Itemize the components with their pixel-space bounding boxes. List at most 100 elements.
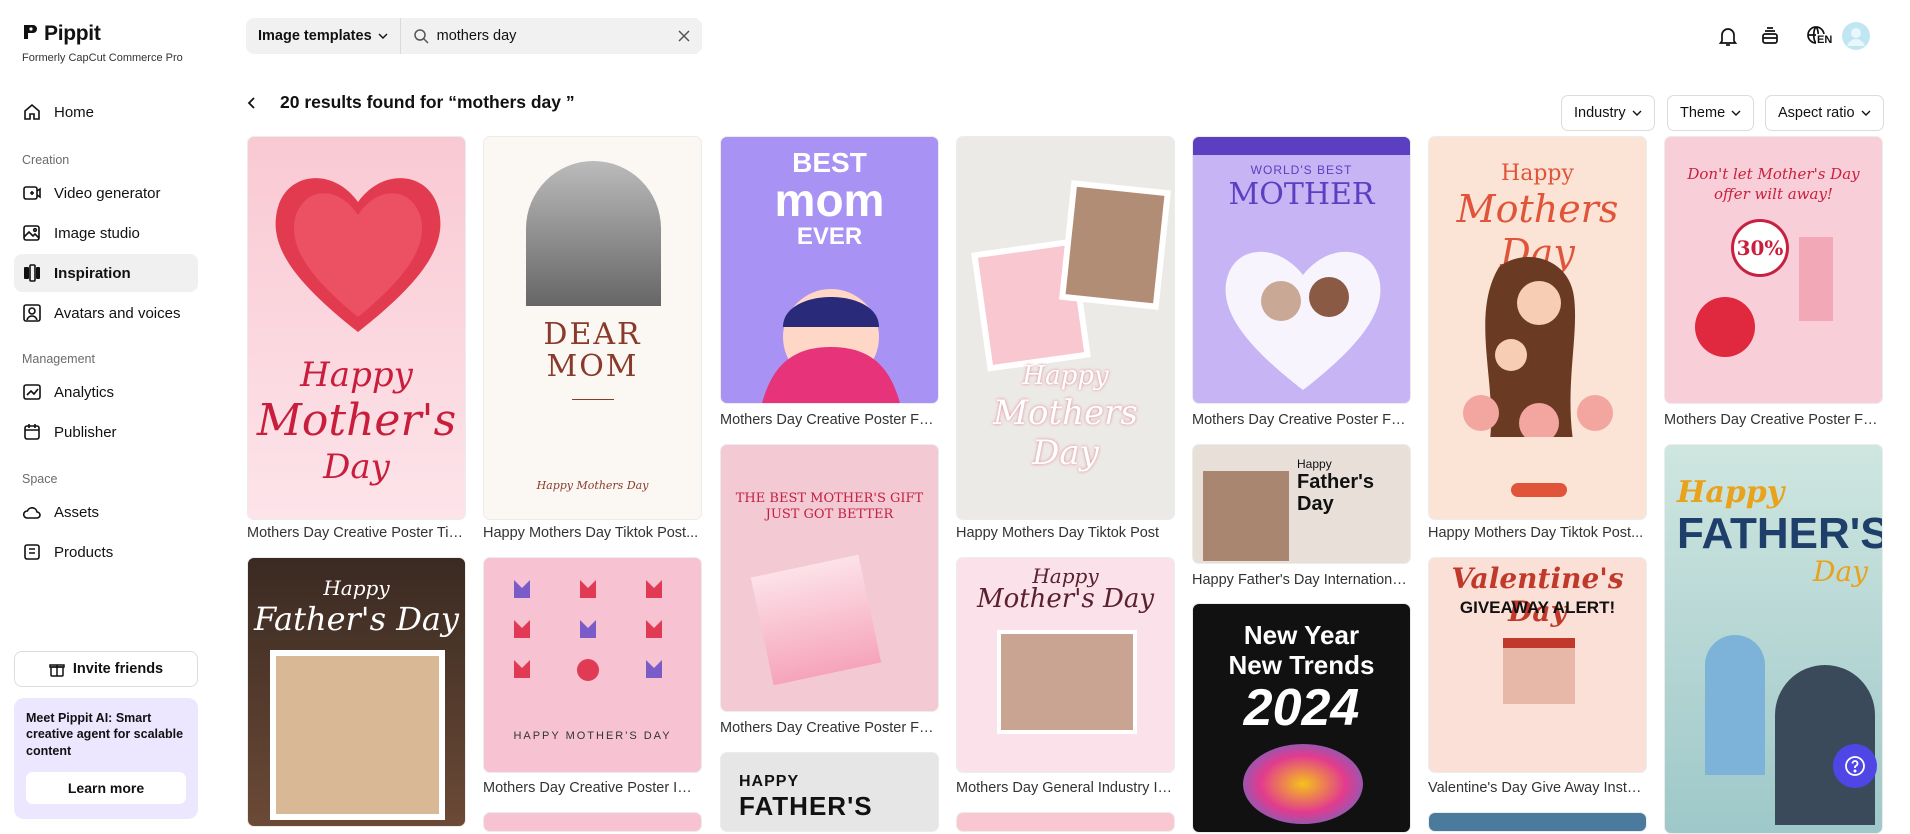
card-caption[interactable]: Mothers Day Creative Poster Tik... xyxy=(247,525,466,541)
card-art-text: Father's Day xyxy=(253,600,459,638)
card-art-text: Day xyxy=(1813,555,1868,588)
sidebar-item-home[interactable]: Home xyxy=(14,93,198,131)
filter-label: Theme xyxy=(1680,105,1726,121)
sidebar-item-publisher[interactable]: Publisher xyxy=(14,413,198,451)
card-caption[interactable]: Mothers Day Creative Poster IG ... xyxy=(483,780,702,796)
card-caption[interactable]: Mothers Day Creative Poster FB... xyxy=(1664,412,1883,428)
template-card[interactable] xyxy=(1428,812,1647,832)
user-avatar[interactable] xyxy=(1842,22,1870,50)
template-card[interactable]: Happy Mother's Day xyxy=(247,136,466,520)
invite-friends-button[interactable]: Invite friends xyxy=(14,651,198,687)
card-art-text: THE BEST MOTHER'S GIFT xyxy=(735,491,924,506)
template-card[interactable]: Happy Father's Day xyxy=(1192,444,1411,564)
sidebar-item-label: Image studio xyxy=(54,224,140,242)
card-caption[interactable]: Happy Father's Day Internationa... xyxy=(1192,572,1411,588)
template-card[interactable] xyxy=(483,812,702,832)
photo-frame xyxy=(1059,180,1171,310)
template-type-dropdown[interactable]: Image templates xyxy=(246,18,401,54)
learn-more-button[interactable]: Learn more xyxy=(26,772,186,804)
card-caption[interactable]: Mothers Day Creative Poster FB... xyxy=(720,720,939,736)
template-card[interactable]: Happy Mothers Day xyxy=(956,136,1175,520)
template-card[interactable]: Valentine's Day GIVEAWAY ALERT! xyxy=(1428,557,1647,773)
filter-aspect-ratio[interactable]: Aspect ratio xyxy=(1765,95,1884,131)
template-card[interactable]: Happy Father's Day xyxy=(247,557,466,827)
help-button[interactable] xyxy=(1833,744,1877,788)
card-art-text: EVER xyxy=(796,223,863,250)
brand-logo[interactable]: Pippit xyxy=(22,22,101,46)
sidebar-item-label: Assets xyxy=(54,503,100,521)
filter-industry[interactable]: Industry xyxy=(1561,95,1655,131)
sidebar-item-video-generator[interactable]: Video generator xyxy=(14,174,198,212)
card-art-text: Day xyxy=(323,447,390,487)
inspiration-icon xyxy=(24,264,40,282)
card-art-text: Mother's xyxy=(256,395,457,446)
card-caption[interactable]: Happy Mothers Day Tiktok Post... xyxy=(1428,525,1647,541)
sidebar-item-analytics[interactable]: Analytics xyxy=(14,373,198,411)
sidebar-item-assets[interactable]: Assets xyxy=(14,493,198,531)
section-space: Space xyxy=(22,472,58,486)
help-icon xyxy=(1845,756,1865,776)
language-button[interactable]: EN xyxy=(1800,22,1834,50)
sidebar-item-image-studio[interactable]: Image studio xyxy=(14,214,198,252)
card-art-text: 2024 xyxy=(1243,679,1360,737)
sidebar-item-avatars-voices[interactable]: Avatars and voices xyxy=(14,294,198,332)
template-card[interactable]: DEAR MOM Happy Mothers Day xyxy=(483,136,702,520)
template-card[interactable]: THE BEST MOTHER'S GIFT JUST GOT BETTER xyxy=(720,444,939,712)
card-art-text: Happy xyxy=(1297,457,1332,471)
chevron-down-icon xyxy=(378,33,388,39)
card-art-text: New Year xyxy=(1243,620,1360,650)
card-art-text: Happy xyxy=(1022,361,1109,391)
card-caption[interactable]: Happy Mothers Day Tiktok Post... xyxy=(483,525,702,541)
clear-search-button[interactable] xyxy=(666,29,702,43)
card-art-text: Happy Mothers Day xyxy=(536,479,649,492)
rose-image xyxy=(1695,297,1755,357)
template-card[interactable]: Don't let Mother's Day offer wilt away! … xyxy=(1664,136,1883,404)
sidebar: Pippit Formerly CapCut Commerce Pro Home… xyxy=(0,0,210,819)
notifications-button[interactable] xyxy=(1714,22,1742,50)
card-art-text: MOTHER xyxy=(1228,177,1375,212)
card-caption[interactable]: Happy Mothers Day Tiktok Post xyxy=(956,525,1175,541)
card-art-text: Day xyxy=(1297,493,1334,515)
promo-text: Meet Pippit AI: Smart creative agent for… xyxy=(26,711,184,758)
card-caption[interactable]: Mothers Day Creative Poster FB... xyxy=(720,412,939,428)
filter-theme[interactable]: Theme xyxy=(1667,95,1755,131)
rose-heart-image xyxy=(275,178,441,332)
card-caption[interactable]: Valentine's Day Give Away Insta... xyxy=(1428,780,1647,796)
layers-button[interactable] xyxy=(1756,22,1784,50)
gift-box-image xyxy=(750,554,882,686)
stack-icon xyxy=(1762,27,1778,44)
card-art-text: Mother's Day xyxy=(976,584,1155,614)
photo xyxy=(1203,471,1289,561)
sidebar-item-inspiration[interactable]: Inspiration xyxy=(14,254,198,292)
search-icon xyxy=(413,29,429,44)
analytics-icon xyxy=(23,384,41,400)
back-arrow-icon[interactable] xyxy=(246,96,258,110)
search-input[interactable]: mothers day xyxy=(401,28,666,44)
search-query-text: mothers day xyxy=(436,28,517,44)
template-card[interactable]: New Year New Trends 2024 xyxy=(1192,603,1411,833)
card-art-text: offer wilt away! xyxy=(1714,185,1833,203)
card-art-text: FATHER'S xyxy=(739,791,873,821)
card-art-text: Father's xyxy=(1297,471,1375,493)
template-card[interactable] xyxy=(956,812,1175,832)
product-bottle-image xyxy=(1799,237,1833,321)
heart-photo-image xyxy=(1225,251,1381,390)
results-header: 20 results found for “mothers day ” xyxy=(246,92,575,113)
section-creation: Creation xyxy=(22,153,70,167)
sidebar-item-products[interactable]: Products xyxy=(14,533,198,571)
card-art-text: HAPPY MOTHER'S DAY xyxy=(513,730,672,742)
template-card[interactable]: WORLD'S BEST MOTHER xyxy=(1192,136,1411,404)
sidebar-item-label: Inspiration xyxy=(54,264,131,282)
avatar-icon xyxy=(1842,22,1870,50)
template-card[interactable]: Happy Mothers Day xyxy=(1428,136,1647,520)
mother-child-illustration xyxy=(1463,257,1613,437)
product-box-icon xyxy=(24,544,40,560)
card-caption[interactable]: Mothers Day General Industry In... xyxy=(956,780,1175,796)
template-card[interactable]: HAPPY MOTHER'S DAY xyxy=(483,557,702,773)
template-card[interactable]: HAPPY FATHER'S xyxy=(720,752,939,832)
template-card[interactable]: BEST mom EVER xyxy=(720,136,939,404)
card-caption[interactable]: Mothers Day Creative Poster FB... xyxy=(1192,412,1411,428)
template-card[interactable]: Happy Mother's Day xyxy=(956,557,1175,773)
close-icon xyxy=(678,30,690,42)
language-code: EN xyxy=(1816,34,1834,46)
